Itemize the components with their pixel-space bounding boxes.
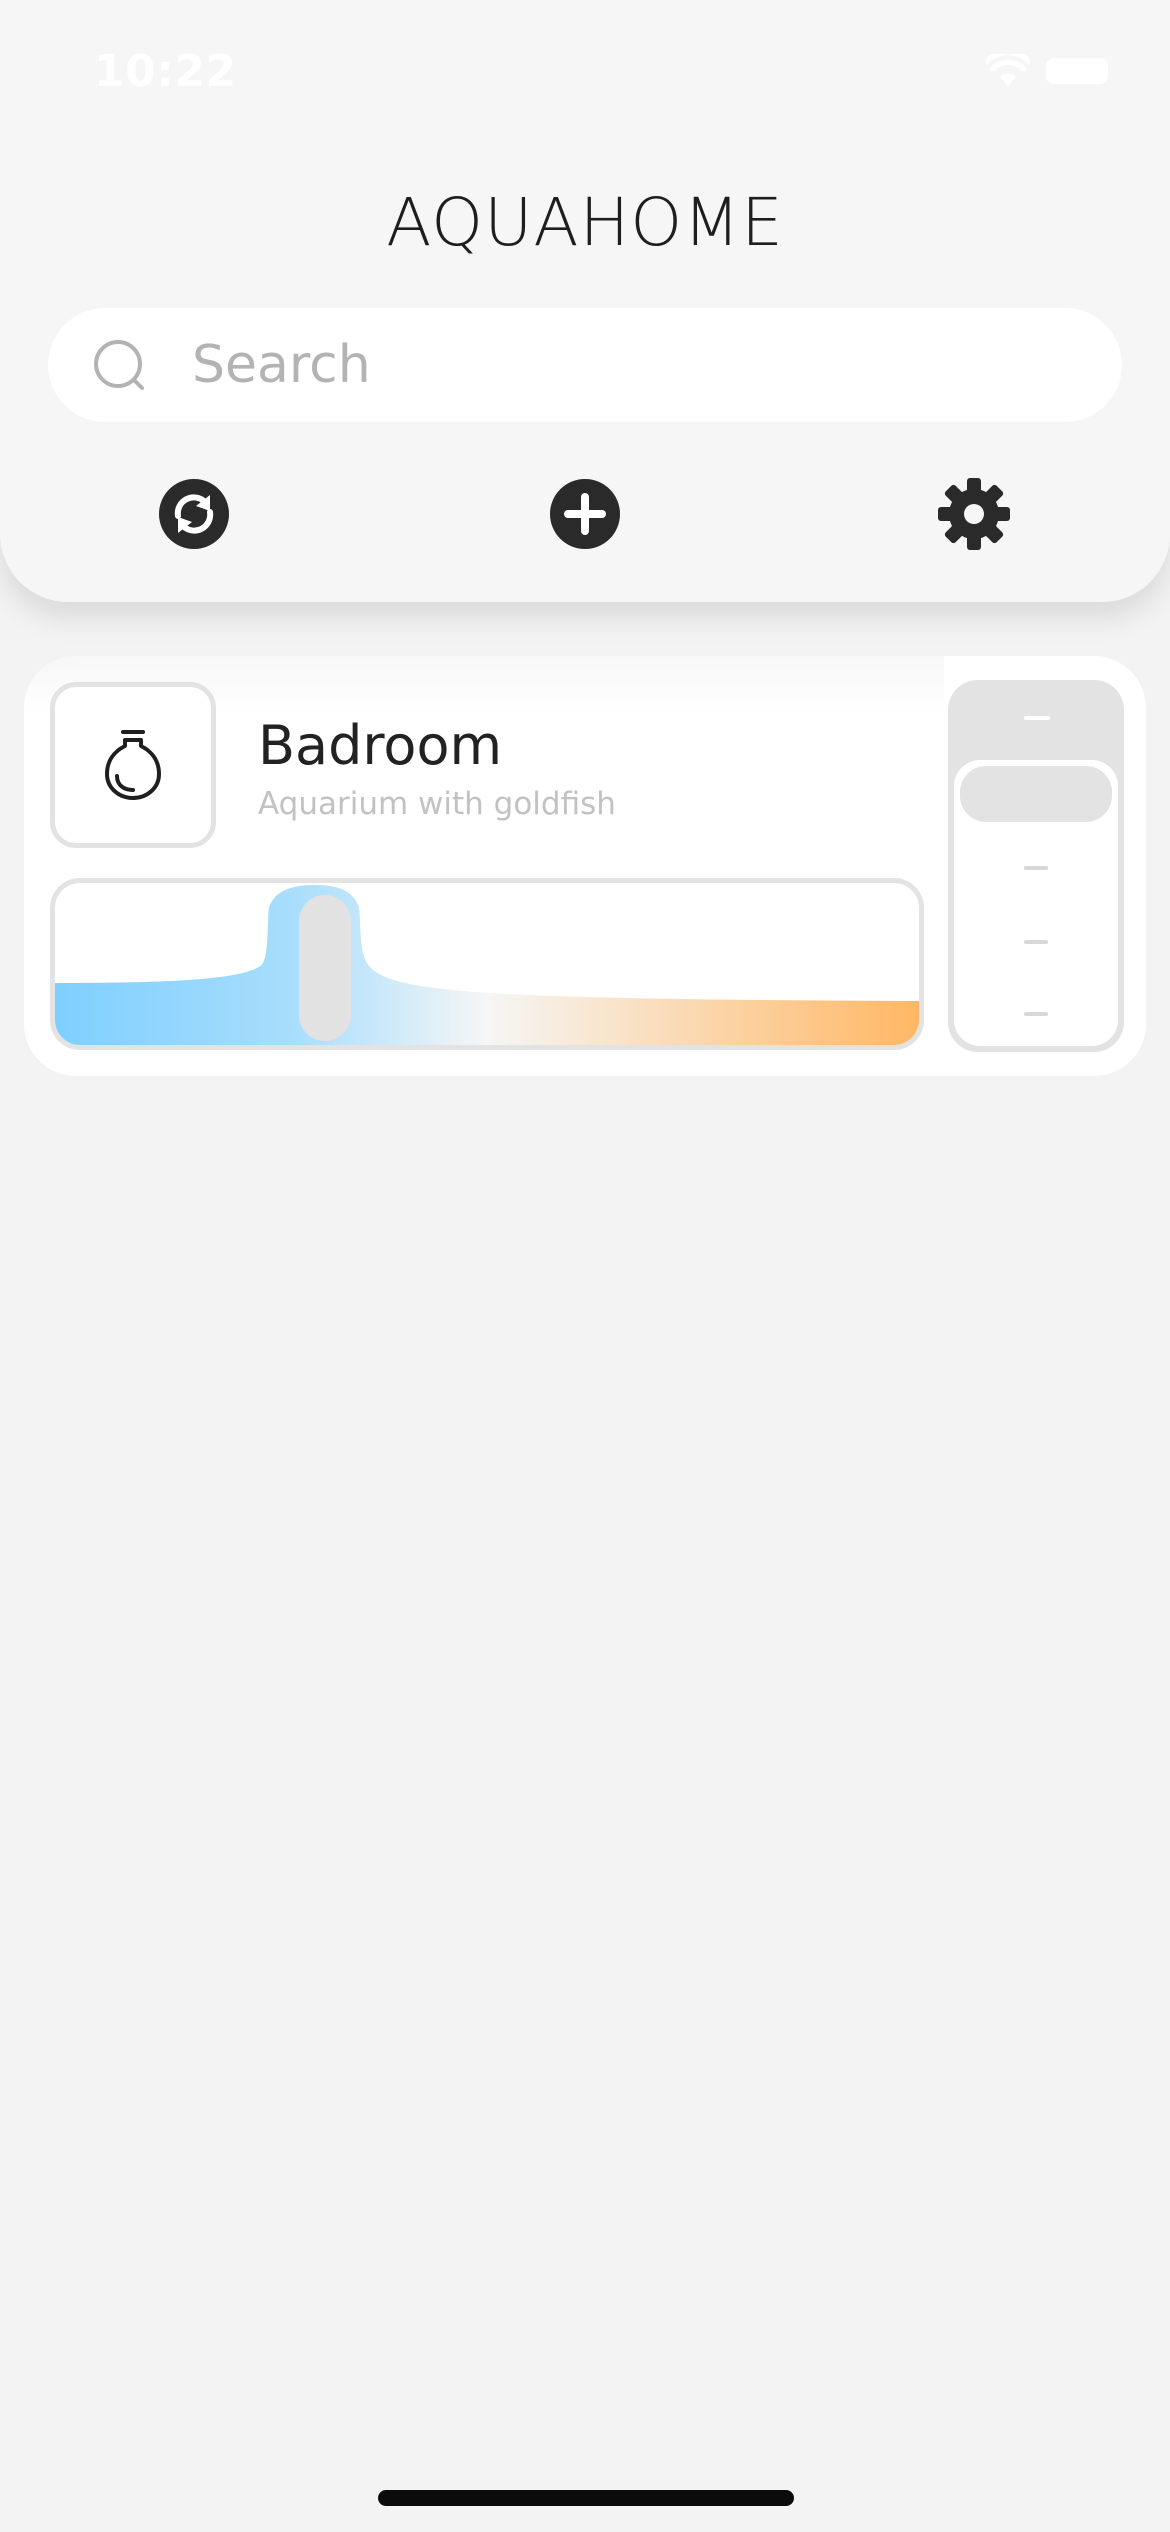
search-icon <box>94 340 144 390</box>
add-button[interactable] <box>549 478 621 550</box>
room-subtitle: Aquarium with goldfish <box>258 786 616 822</box>
temperature-slider-thumb[interactable] <box>299 895 351 1041</box>
search-bar[interactable] <box>48 308 1122 422</box>
temperature-gradient-fill <box>55 885 919 1045</box>
battery-icon <box>1046 58 1108 84</box>
room-icon-button[interactable] <box>50 682 216 848</box>
status-icons <box>928 54 1108 88</box>
level-tick <box>1024 716 1050 720</box>
app-screen: 10:22 AQUAHOME Search Badroom Aquarium w… <box>0 0 1170 2532</box>
level-tick <box>1024 1012 1048 1016</box>
room-name: Badroom <box>258 714 503 777</box>
level-tick <box>1024 866 1048 870</box>
room-card[interactable]: Badroom Aquarium with goldfish <box>24 656 1146 1076</box>
level-handle[interactable] <box>960 766 1112 822</box>
color-temperature-slider[interactable] <box>50 878 924 1050</box>
wifi-icon <box>986 54 1030 86</box>
home-indicator <box>378 2490 794 2506</box>
level-tick <box>1024 940 1048 944</box>
add-icon <box>550 479 620 549</box>
app-title: AQUAHOME <box>386 184 784 261</box>
gear-icon <box>938 478 1010 550</box>
header-panel: 10:22 AQUAHOME <box>0 0 1170 602</box>
lightbulb-icon <box>105 730 161 800</box>
refresh-button[interactable] <box>158 478 230 550</box>
status-time: 10:22 <box>94 46 237 97</box>
cellular-signal-icon <box>928 68 970 74</box>
search-input[interactable] <box>192 328 1072 402</box>
refresh-icon <box>159 479 229 549</box>
settings-button[interactable] <box>938 478 1010 550</box>
level-control[interactable] <box>948 680 1124 1052</box>
